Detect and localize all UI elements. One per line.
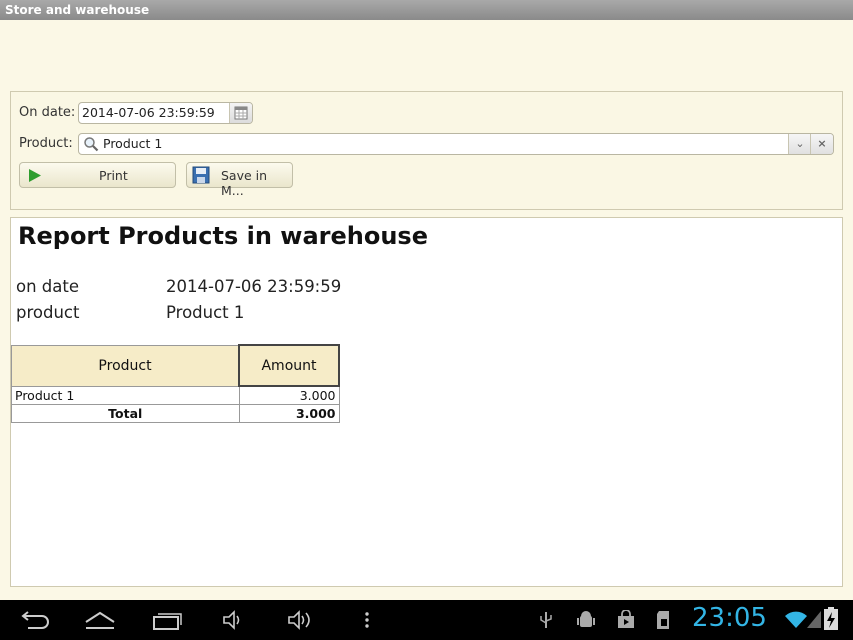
product-filter-label: product <box>16 303 80 322</box>
chevron-down-icon[interactable]: ⌄ <box>788 134 811 154</box>
date-value[interactable]: 2014-07-06 23:59:59 <box>82 105 215 120</box>
calendar-icon <box>234 106 248 120</box>
product-label: Product: <box>19 136 73 151</box>
volume-up-icon[interactable] <box>287 610 315 630</box>
total-amount: 3.000 <box>238 404 340 423</box>
cell-product: Product 1 <box>11 385 240 405</box>
product-field[interactable]: Product 1 ⌄ × <box>78 133 834 155</box>
product-value[interactable]: Product 1 <box>103 136 162 151</box>
calendar-button[interactable] <box>229 103 252 123</box>
total-row: Total 3.000 <box>11 404 340 423</box>
print-label: Print <box>99 168 128 183</box>
floppy-disk-icon <box>192 166 210 184</box>
volume-down-icon[interactable] <box>222 610 246 630</box>
cell-amount: 3.000 <box>238 385 340 405</box>
on-date-label: on date <box>16 277 80 296</box>
total-label: Total <box>11 404 240 423</box>
print-button[interactable]: Print <box>19 162 176 188</box>
window-title: Store and warehouse <box>0 0 853 20</box>
signal-icon <box>807 611 821 628</box>
search-icon <box>84 137 99 152</box>
report-title: Report Products in warehouse <box>18 222 428 250</box>
system-navbar: 23:05 <box>0 600 853 640</box>
wifi-icon <box>785 611 807 628</box>
recent-apps-icon[interactable] <box>152 610 184 630</box>
android-debug-icon <box>577 611 595 627</box>
save-label: Save in M... <box>221 168 268 198</box>
column-header-amount: Amount <box>238 344 340 387</box>
clock: 23:05 <box>692 603 767 633</box>
play-icon <box>29 169 41 182</box>
date-field[interactable]: 2014-07-06 23:59:59 <box>78 102 253 124</box>
table-row: Product 1 3.000 <box>11 385 340 405</box>
parameters-panel: On date: 2014-07-06 23:59:59 Product: Pr… <box>10 91 843 210</box>
back-icon[interactable] <box>18 610 50 630</box>
clear-icon[interactable]: × <box>810 134 833 154</box>
battery-charging-icon <box>824 607 838 630</box>
home-icon[interactable] <box>84 610 116 630</box>
column-header-product: Product <box>11 344 240 387</box>
menu-icon[interactable] <box>362 610 372 630</box>
report-area: Report Products in warehouse on date 201… <box>10 217 843 587</box>
sd-card-icon <box>657 611 669 629</box>
report-table: Product Amount Product 1 3.000 Total 3.0… <box>11 344 340 423</box>
store-icon <box>618 610 634 628</box>
usb-icon <box>540 612 552 628</box>
product-filter-value: Product 1 <box>166 303 245 322</box>
save-button[interactable]: Save in M... <box>186 162 293 198</box>
date-label: On date: <box>19 105 76 120</box>
on-date-value: 2014-07-06 23:59:59 <box>166 277 342 296</box>
